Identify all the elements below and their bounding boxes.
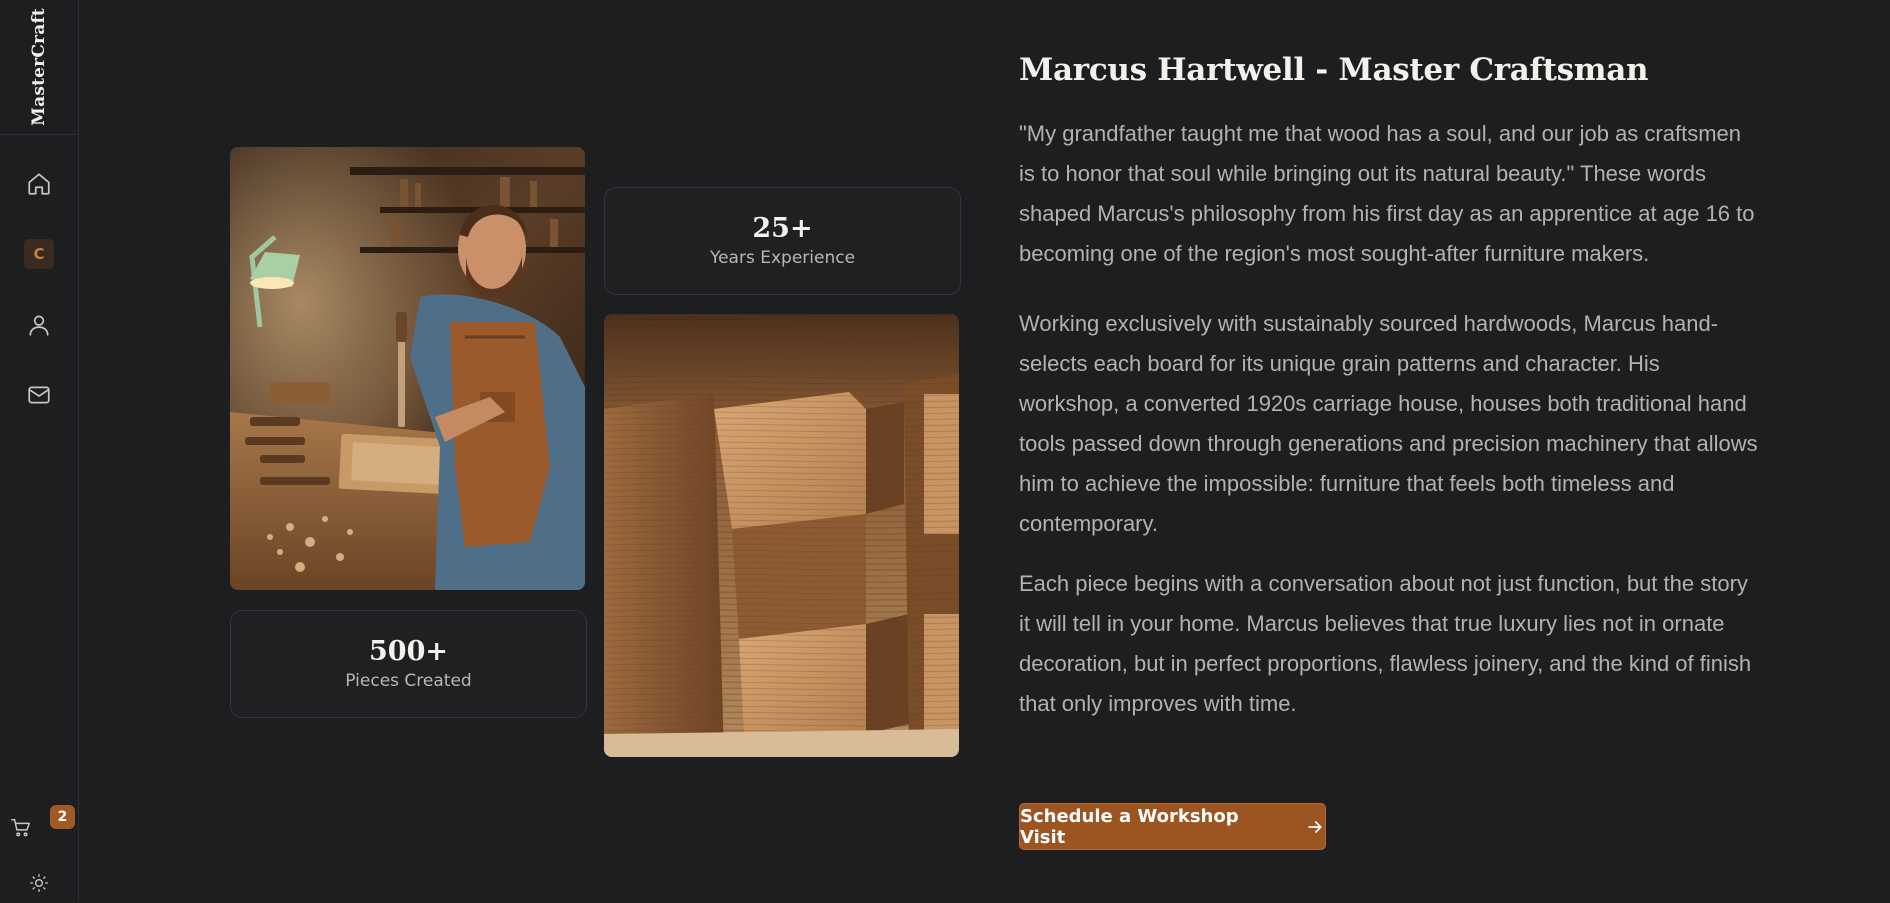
intro-paragraph: "My grandfather taught me that wood has … bbox=[1019, 121, 1755, 266]
stat-value: 25+ bbox=[752, 213, 813, 245]
brand-logo[interactable]: MasterCraft bbox=[29, 8, 49, 126]
sun-icon bbox=[30, 874, 48, 892]
schedule-visit-button[interactable]: Schedule a Workshop Visit bbox=[1019, 803, 1326, 850]
stat-card-pieces: 500+ Pieces Created bbox=[230, 610, 587, 718]
theme-toggle-button[interactable] bbox=[19, 863, 59, 903]
workshop-paragraph: Working exclusively with sustainably sou… bbox=[1019, 311, 1758, 536]
philosophy-paragraph: Each piece begins with a conversation ab… bbox=[1019, 571, 1752, 716]
nav-home[interactable] bbox=[19, 164, 59, 204]
stat-card-experience: 25+ Years Experience bbox=[604, 187, 961, 295]
stat-label: Pieces Created bbox=[345, 670, 472, 691]
nav-craftsmanship[interactable]: C bbox=[19, 234, 59, 274]
stat-label: Years Experience bbox=[709, 247, 856, 268]
cart-count-badge: 2 bbox=[50, 805, 75, 829]
nav-contact[interactable] bbox=[19, 375, 59, 415]
brand-area: MasterCraft bbox=[0, 0, 78, 135]
user-icon bbox=[29, 315, 49, 336]
joinery-photo bbox=[604, 314, 959, 757]
cart-button[interactable] bbox=[1, 808, 41, 848]
schedule-visit-label: Schedule a Workshop Visit bbox=[1020, 805, 1239, 848]
arrow-right-icon bbox=[1308, 820, 1322, 833]
craftsman-photo bbox=[230, 147, 585, 590]
stat-value: 500+ bbox=[369, 636, 448, 668]
craftsmanship-icon: C bbox=[24, 239, 54, 269]
sidebar: MasterCraft C 2 bbox=[0, 0, 79, 902]
page-title: Marcus Hartwell - Master Craftsman bbox=[1019, 52, 1649, 88]
nav-profile[interactable] bbox=[19, 305, 59, 345]
mail-icon bbox=[28, 386, 50, 404]
home-icon bbox=[28, 173, 50, 195]
about-section: Marcus Hartwell - Master Craftsman "My g… bbox=[1019, 52, 1759, 724]
cart-icon bbox=[11, 819, 30, 837]
